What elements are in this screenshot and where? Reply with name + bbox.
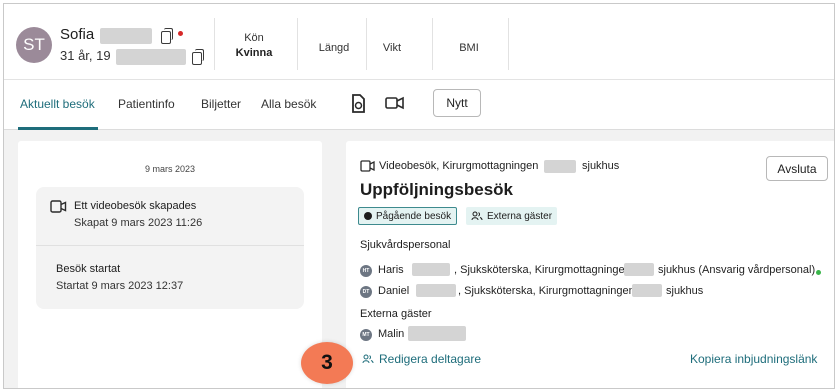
event-title: Besök startat (56, 263, 121, 275)
new-button[interactable]: Nytt (433, 89, 481, 117)
visit-card: Videobesök, Kirurgmottagningen sjukhus A… (346, 141, 834, 388)
tab-bar: Aktuellt besök Patientinfo Biljetter All… (4, 80, 834, 130)
event-subtitle: Startat 9 mars 2023 12:37 (56, 280, 184, 292)
avatar: MT (360, 329, 372, 341)
redacted-lastname (408, 326, 466, 341)
edit-participants-icon[interactable] (362, 354, 374, 364)
status-badge-ongoing: Pågående besök (358, 207, 458, 225)
timeline-panel: 9 mars 2023 Ett videobesök skapades Skap… (18, 141, 322, 388)
patient-header: ST Sofia 31 år, 19 Kön Kvinna Längd Vikt… (4, 4, 834, 80)
status-dot (178, 31, 183, 36)
document-sync-icon[interactable] (350, 94, 366, 114)
status-badge-guests: Externa gäster (466, 207, 558, 225)
online-status-dot (816, 270, 821, 275)
divider (432, 18, 433, 70)
camera-icon[interactable] (385, 96, 405, 110)
tab-alla-besok[interactable]: Alla besök (261, 97, 316, 111)
staff-name: Haris (378, 264, 404, 276)
avatar: HT (360, 265, 372, 277)
redacted-lastname (100, 28, 152, 44)
divider (366, 18, 367, 70)
app-window: ST Sofia 31 år, 19 Kön Kvinna Längd Vikt… (3, 3, 835, 389)
avatar: DT (360, 286, 372, 298)
timeline-event-created: Ett videobesök skapades Skapat 9 mars 20… (36, 187, 304, 245)
divider (214, 18, 215, 70)
copy-invite-link[interactable]: Kopiera inbjudningslänk (690, 352, 817, 366)
tab-aktuellt-besok[interactable]: Aktuellt besök (20, 97, 95, 111)
video-icon (360, 160, 375, 172)
active-tab-indicator (18, 127, 98, 130)
guests-heading: Externa gäster (360, 308, 432, 320)
event-subtitle: Skapat 9 mars 2023 11:26 (74, 217, 203, 229)
event-title: Ett videobesök skapades (74, 200, 197, 212)
tab-patientinfo[interactable]: Patientinfo (118, 97, 175, 111)
field-height: Längd (318, 42, 350, 54)
divider (508, 18, 509, 70)
visit-type-suffix: sjukhus (582, 160, 620, 172)
patient-avatar: ST (16, 27, 52, 63)
video-icon (50, 200, 67, 213)
staff-suffix: sjukhus (666, 285, 704, 297)
field-bmi: BMI (459, 42, 479, 54)
staff-role: , Sjuksköterska, Kirurgmottagningen (458, 285, 635, 297)
copy-id-icon[interactable] (192, 49, 204, 65)
redacted-id (116, 49, 186, 65)
redacted-lastname (412, 263, 450, 276)
guests-icon (471, 211, 483, 221)
redacted-hospital (624, 263, 654, 276)
redacted-hospital (544, 160, 576, 173)
copy-icon[interactable] (161, 28, 173, 44)
timeline-date: 9 mars 2023 (144, 164, 196, 174)
redacted-hospital (632, 284, 662, 297)
patient-name: Sofia (60, 26, 95, 43)
staff-role: , Sjuksköterska, Kirurgmottagningen (454, 264, 631, 276)
tab-biljetter[interactable]: Biljetter (201, 97, 241, 111)
visit-type: Videobesök, Kirurgmottagningen (379, 160, 539, 172)
step-number-badge: 3 (301, 342, 353, 384)
redacted-lastname (416, 284, 456, 297)
patient-age: 31 år, 19 (60, 48, 111, 63)
staff-name: Daniel (378, 285, 410, 297)
edit-participants-link[interactable]: Redigera deltagare (379, 352, 481, 366)
ongoing-dot-icon (364, 212, 372, 220)
field-gender: Kön Kvinna (235, 32, 273, 59)
visit-title: Uppföljningsbesök (360, 180, 513, 199)
timeline-event-started: Besök startat Startat 9 mars 2023 12:37 (36, 245, 304, 309)
staff-suffix: sjukhus (Ansvarig vårdpersonal) (658, 264, 816, 276)
field-weight: Vikt (382, 42, 402, 54)
divider (297, 18, 298, 70)
staff-heading: Sjukvårdspersonal (360, 239, 451, 251)
guest-name: Malin (378, 328, 405, 340)
end-visit-button[interactable]: Avsluta (766, 156, 828, 181)
